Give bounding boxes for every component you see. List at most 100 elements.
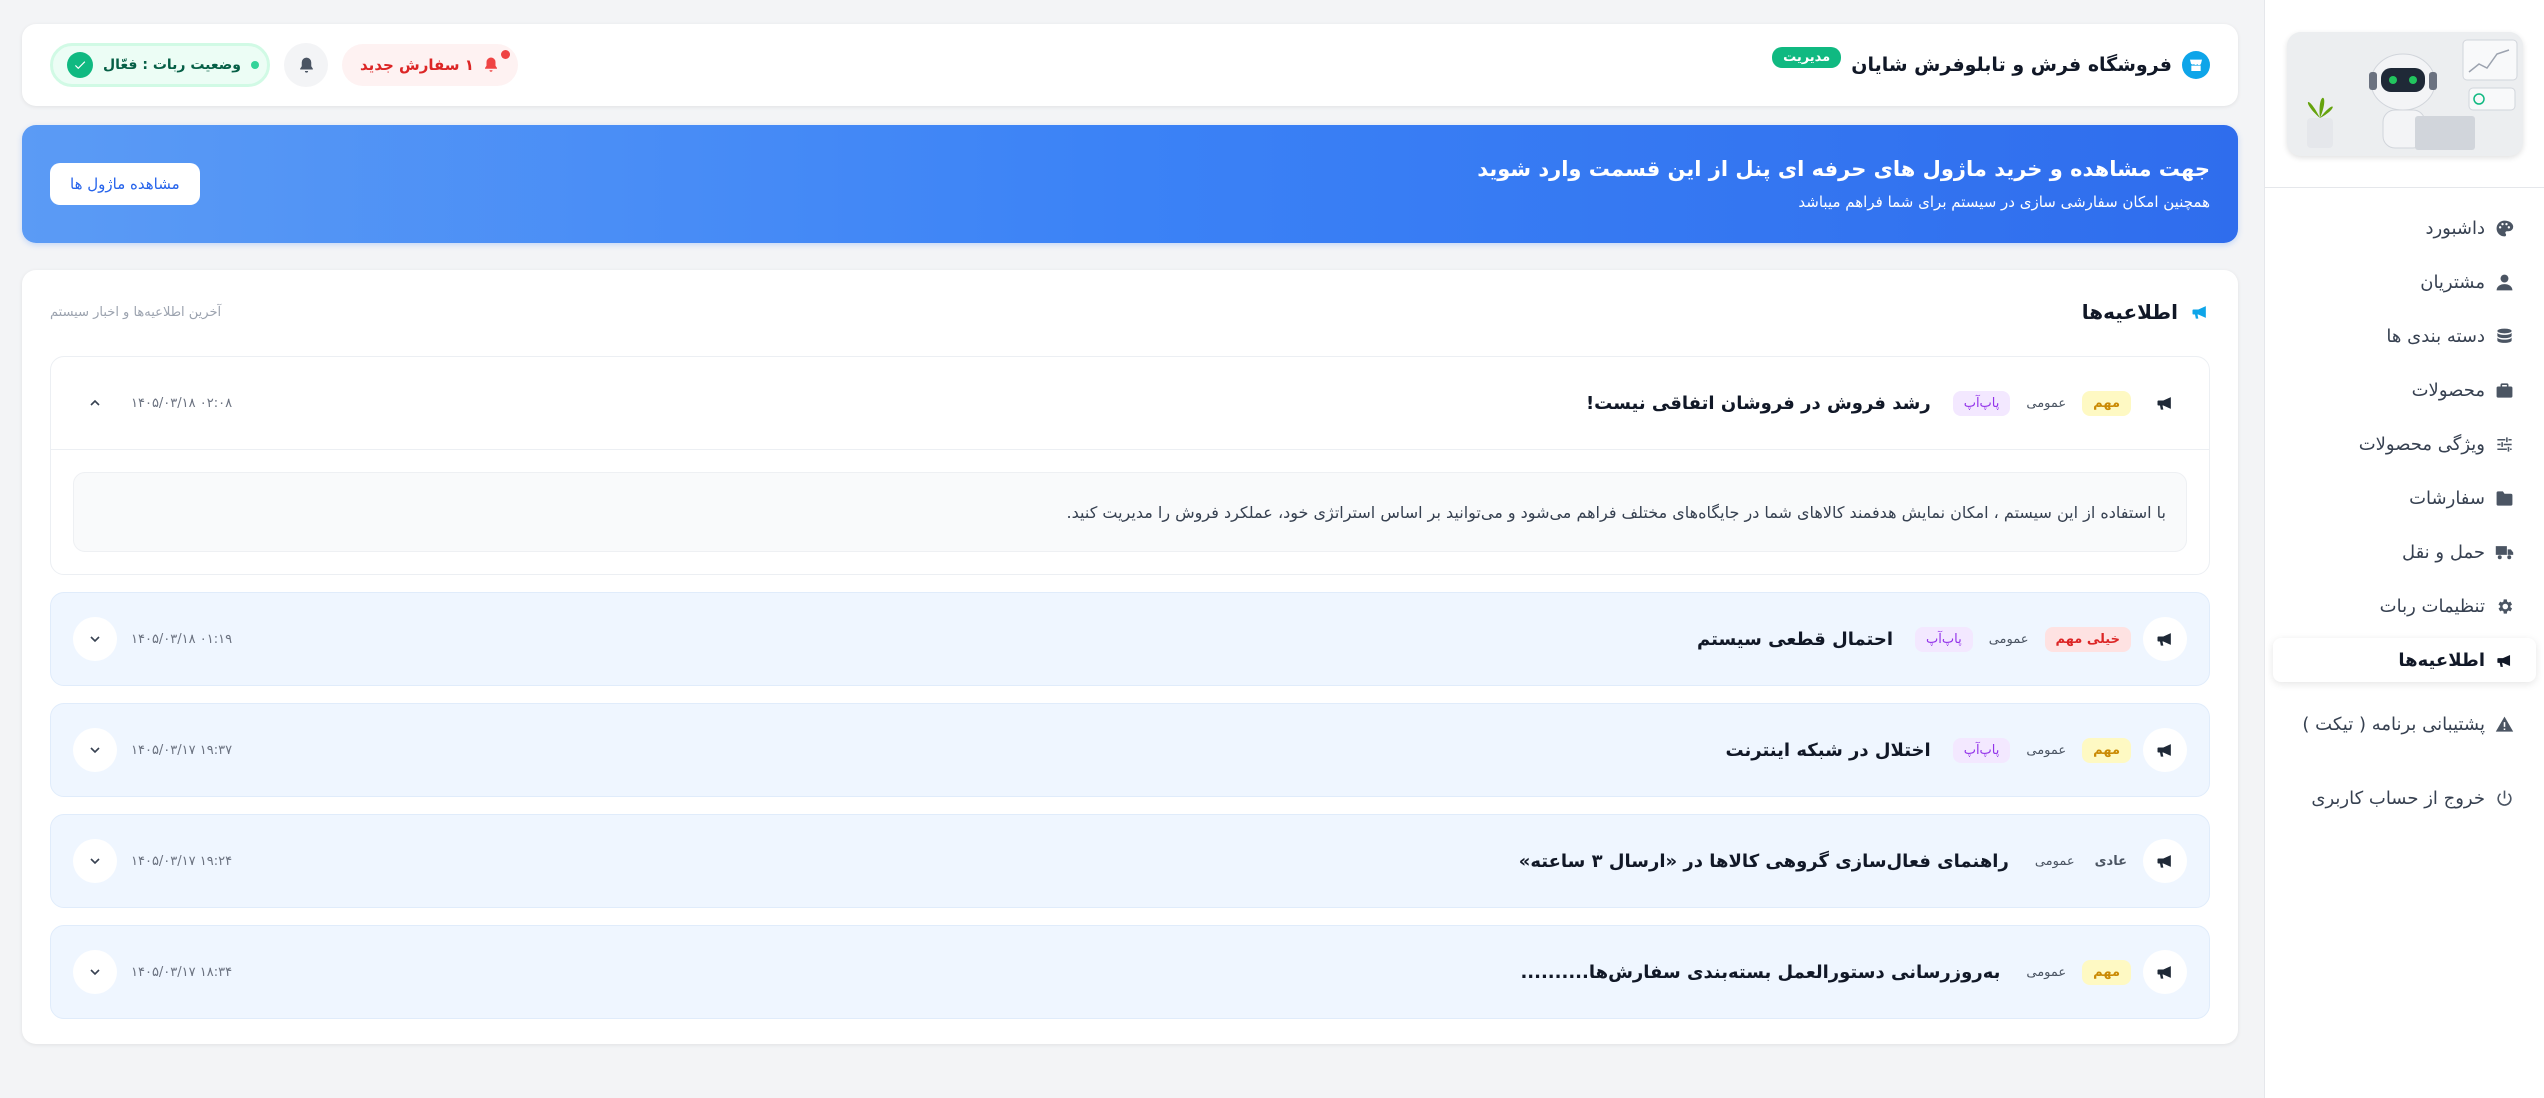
sidebar-item-label: دسته بندی ها xyxy=(2386,325,2485,347)
modules-promo-banner: جهت مشاهده و خرید ماژول های حرفه ای پنل … xyxy=(22,125,2238,243)
main-content: فروشگاه فرش و تابلوفرش شایان مدیریت ۱ سف… xyxy=(0,0,2264,1098)
store-name: فروشگاه فرش و تابلوفرش شایان xyxy=(1851,54,2172,76)
expand-button[interactable] xyxy=(73,950,117,994)
user-icon xyxy=(2496,274,2513,290)
announcement-date: ۱۴۰۵/۰۳/۱۷ ۱۹:۲۴ xyxy=(131,853,233,869)
briefcase-icon xyxy=(2496,382,2513,398)
sidebar-item-label: تنظیمات ربات xyxy=(2379,595,2485,617)
type-badge: پاپ‌آپ xyxy=(1952,390,2011,416)
promo-subtitle: همچنین امکان سفارشی سازی در سیستم برای ش… xyxy=(1798,193,2210,211)
sidebar-item-label: داشبورد xyxy=(2425,217,2485,239)
announcement-meta: خیلی مهم عمومی پاپ‌آپ احتمال قطعی سیستم xyxy=(1697,617,2187,661)
announcement-date: ۱۴۰۵/۰۳/۱۸ ۰۱:۱۹ xyxy=(131,631,233,647)
announcement-item: مهم عمومی به‌روزرسانی دستورالعمل بسته‌بن… xyxy=(50,925,2210,1019)
sidebar-item-product-attributes[interactable]: ویژگی محصولات xyxy=(2273,422,2536,466)
sidebar-item-announcements[interactable]: اطلاعیه‌ها xyxy=(2273,638,2536,682)
announcement-date: ۱۴۰۵/۰۳/۱۷ ۱۹:۳۷ xyxy=(131,742,233,758)
sidebar-item-label: خروج از حساب کاربری xyxy=(2311,787,2485,809)
announcement-controls: ۱۴۰۵/۰۳/۱۷ ۱۸:۳۴ xyxy=(73,950,232,994)
announcement-date: ۱۴۰۵/۰۳/۱۸ ۰۲:۰۸ xyxy=(131,395,233,411)
view-modules-button[interactable]: مشاهده ماژول ها xyxy=(50,163,200,205)
sliders-icon xyxy=(2497,436,2512,452)
megaphone-icon xyxy=(2143,950,2187,994)
announcements-panel: اطلاعیه‌ها آخرین اطلاعیه‌ها و اخبار سیست… xyxy=(22,270,2238,1044)
notification-dot xyxy=(500,50,510,59)
expand-button[interactable] xyxy=(73,617,117,661)
sidebar-item-categories[interactable]: دسته بندی ها xyxy=(2273,314,2536,358)
folder-icon xyxy=(2496,490,2513,506)
database-icon xyxy=(2497,328,2512,343)
priority-badge: عادی xyxy=(2094,853,2127,869)
announcement-header[interactable]: خیلی مهم عمومی پاپ‌آپ احتمال قطعی سیستم … xyxy=(51,593,2209,685)
announcement-header[interactable]: مهم عمومی پاپ‌آپ اختلال در شبکه اینترنت … xyxy=(51,704,2209,796)
announcement-header[interactable]: مهم عمومی به‌روزرسانی دستورالعمل بسته‌بن… xyxy=(51,926,2209,1018)
power-icon xyxy=(2497,790,2512,806)
topbar-actions: ۱ سفارش جدید وضعیت ربات : فعّال xyxy=(50,43,518,87)
chevron-down-icon xyxy=(90,636,100,643)
chevron-down-icon xyxy=(90,747,100,754)
expand-button[interactable] xyxy=(73,839,117,883)
announcement-header[interactable]: عادی عمومی راهنمای فعال‌سازی گروهی کالاه… xyxy=(51,815,2209,907)
sidebar-header xyxy=(2265,0,2544,188)
new-orders-button[interactable]: ۱ سفارش جدید xyxy=(342,44,518,86)
sidebar-item-support[interactable]: پشتیبانی برنامه ( تیکت ) xyxy=(2273,702,2536,746)
bell-icon xyxy=(299,57,313,73)
store-icon xyxy=(2182,51,2210,79)
sidebar-item-bot-settings[interactable]: تنظیمات ربات xyxy=(2273,584,2536,628)
status-dot xyxy=(251,61,260,69)
sidebar-item-label: اطلاعیه‌ها xyxy=(2398,649,2485,671)
announcement-controls: ۱۴۰۵/۰۳/۱۸ ۰۲:۰۸ xyxy=(73,381,232,425)
chevron-down-icon xyxy=(90,858,100,865)
truck-icon xyxy=(2495,545,2514,559)
sidebar-item-logout[interactable]: خروج از حساب کاربری xyxy=(2273,776,2536,820)
sidebar-item-label: حمل و نقل xyxy=(2401,541,2485,563)
expand-button[interactable] xyxy=(73,728,117,772)
announcement-meta: مهم عمومی پاپ‌آپ اختلال در شبکه اینترنت xyxy=(1725,728,2187,772)
megaphone-icon xyxy=(2143,728,2187,772)
sidebar-item-customers[interactable]: مشتریان xyxy=(2273,260,2536,304)
sidebar-item-orders[interactable]: سفارشات xyxy=(2273,476,2536,520)
notifications-button[interactable] xyxy=(284,43,329,87)
new-orders-label: ۱ سفارش جدید xyxy=(360,56,474,74)
priority-badge: مهم xyxy=(2082,737,2131,763)
sidebar-item-dashboard[interactable]: داشبورد xyxy=(2273,206,2536,250)
sidebar-nav: داشبورد مشتریان دسته بندی ها محصولات ویژ… xyxy=(2265,188,2544,820)
bell-icon xyxy=(484,57,497,72)
sidebar-item-shipping[interactable]: حمل و نقل xyxy=(2273,530,2536,574)
collapse-button[interactable] xyxy=(73,381,117,425)
sidebar-item-label: پشتیبانی برنامه ( تیکت ) xyxy=(2302,713,2485,735)
sidebar-item-label: سفارشات xyxy=(2409,487,2485,509)
type-badge: پاپ‌آپ xyxy=(1952,737,2011,763)
announcement-controls: ۱۴۰۵/۰۳/۱۷ ۱۹:۳۷ xyxy=(73,728,232,772)
type-badge: پاپ‌آپ xyxy=(1915,626,1973,652)
announcement-meta: مهم عمومی پاپ‌آپ رشد فروش در فروشان اتفا… xyxy=(1586,381,2187,425)
announcement-item: عادی عمومی راهنمای فعال‌سازی گروهی کالاه… xyxy=(50,814,2210,908)
sidebar-item-products[interactable]: محصولات xyxy=(2273,368,2536,412)
announcement-date: ۱۴۰۵/۰۳/۱۷ ۱۸:۳۴ xyxy=(131,964,233,980)
chevron-down-icon xyxy=(90,969,100,976)
announcement-item: مهم عمومی پاپ‌آپ رشد فروش در فروشان اتفا… xyxy=(50,356,2210,575)
category-badge: عمومی xyxy=(2026,964,2067,980)
category-badge: عمومی xyxy=(2026,742,2067,758)
store-info: فروشگاه فرش و تابلوفرش شایان مدیریت xyxy=(1772,46,2210,79)
sidebar: داشبورد مشتریان دسته بندی ها محصولات ویژ… xyxy=(2264,0,2544,1098)
category-badge: عمومی xyxy=(2034,853,2075,869)
panel-title: اطلاعیه‌ها xyxy=(2082,300,2210,324)
priority-badge: خیلی مهم xyxy=(2044,626,2131,652)
announcement-title: راهنمای فعال‌سازی گروهی کالاها در «ارسال… xyxy=(1518,850,2009,872)
panel-title-text: اطلاعیه‌ها xyxy=(2081,300,2178,324)
chevron-up-icon xyxy=(90,399,100,406)
sidebar-item-label: محصولات xyxy=(2411,379,2485,401)
announcement-meta: مهم عمومی به‌روزرسانی دستورالعمل بسته‌بن… xyxy=(1520,950,2187,994)
announcement-title: اختلال در شبکه اینترنت xyxy=(1725,739,1931,761)
announcement-header[interactable]: مهم عمومی پاپ‌آپ رشد فروش در فروشان اتفا… xyxy=(51,357,2209,449)
check-icon xyxy=(67,52,93,78)
robot-status-label: وضعیت ربات : فعّال xyxy=(103,57,242,73)
megaphone-icon xyxy=(2143,839,2187,883)
announcement-body-text: با استفاده از این سیستم ، امکان نمایش هد… xyxy=(73,472,2187,552)
megaphone-icon xyxy=(2143,381,2187,425)
announcement-item: خیلی مهم عمومی پاپ‌آپ احتمال قطعی سیستم … xyxy=(50,592,2210,686)
sidebar-item-label: مشتریان xyxy=(2420,271,2485,293)
sidebar-item-label: ویژگی محصولات xyxy=(2358,433,2485,455)
category-badge: عمومی xyxy=(2026,395,2067,411)
